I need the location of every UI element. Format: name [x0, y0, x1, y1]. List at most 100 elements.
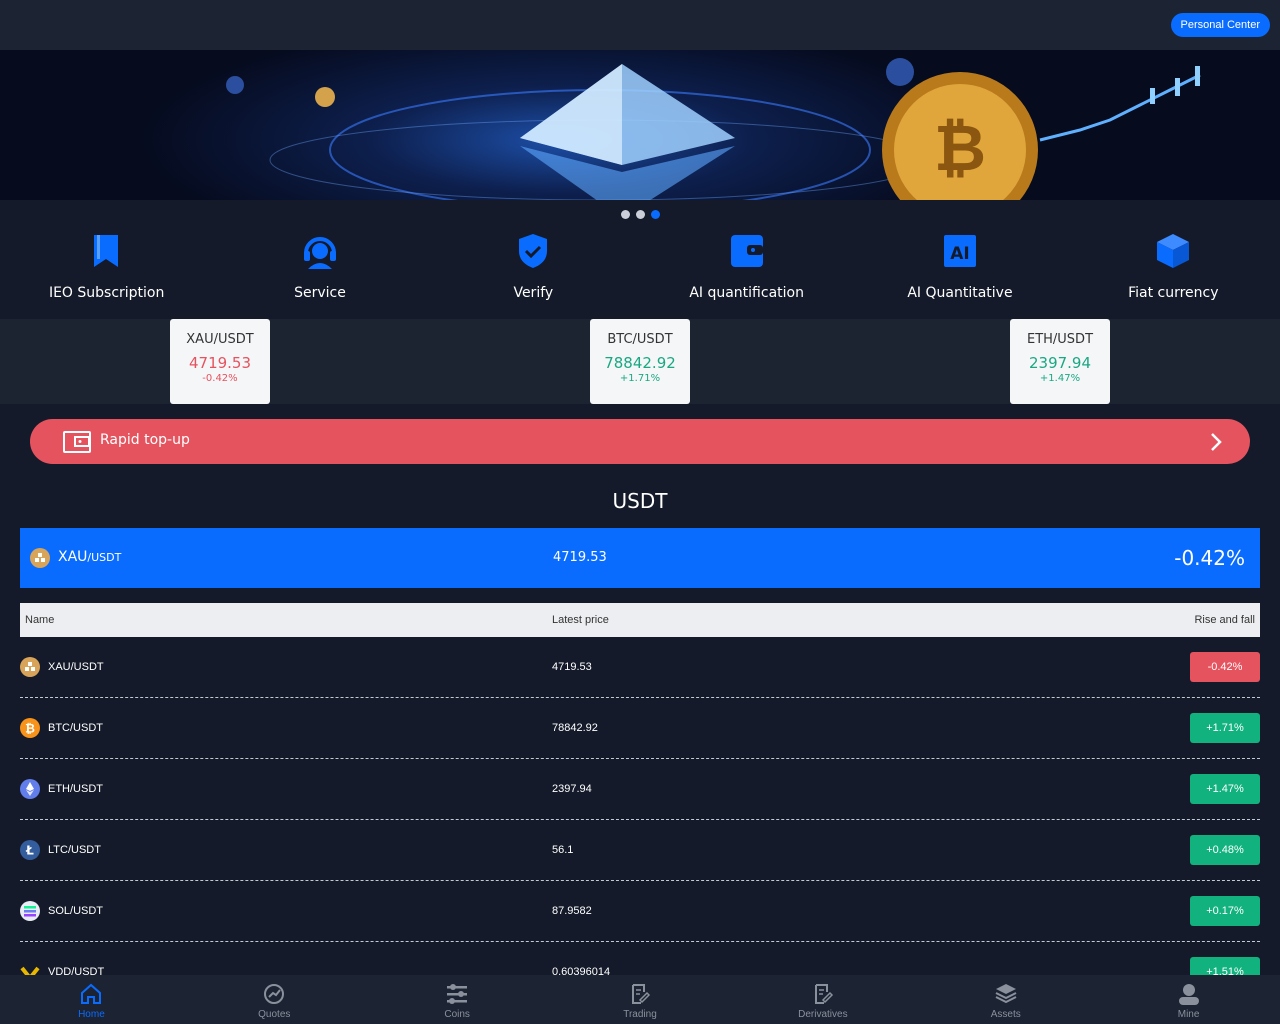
top-bar: Personal Center — [0, 0, 1280, 50]
shortcut-label: Service — [294, 285, 346, 301]
featured-pair: XAU/USDT — [58, 549, 122, 565]
shortcut-ai-quantification[interactable]: AI quantification — [640, 225, 853, 315]
ticker-card-btc[interactable]: BTC/USDT 78842.92 +1.71% — [590, 319, 690, 404]
ticker-card-eth[interactable]: ETH/USDT 2397.94 +1.47% — [1010, 319, 1110, 404]
svg-text:₿: ₿ — [25, 722, 35, 736]
featured-change: -0.42% — [1174, 546, 1245, 570]
sliders-icon — [447, 984, 468, 1004]
table-row[interactable]: ₿ BTC/USDT 78842.92 +1.71% — [20, 698, 1260, 759]
tab-label: Quotes — [258, 1009, 291, 1020]
svg-text:AI: AI — [950, 244, 969, 264]
chevron-right-icon — [1211, 433, 1222, 451]
table-row[interactable]: Ł LTC/USDT 56.1 +0.48% — [20, 820, 1260, 881]
tab-label: Trading — [623, 1009, 657, 1020]
ticker-price: 78842.92 — [604, 354, 676, 372]
row-price: 0.60396014 — [552, 966, 611, 975]
shortcut-menu: IEO Subscription Service Verify AI quant… — [0, 225, 1280, 315]
row-pair: BTC/USDT — [48, 722, 103, 734]
market-table: XAU/USDT 4719.53 -0.42% ₿ BTC/USDT 78842… — [20, 637, 1260, 975]
ticker-pair: ETH/USDT — [1026, 332, 1094, 347]
edit-doc-icon — [632, 984, 651, 1004]
ticker-change: -0.42% — [202, 373, 238, 384]
table-row[interactable]: VDD/USDT 0.60396014 +1.51% — [20, 942, 1260, 975]
tab-label: Mine — [1177, 1009, 1200, 1020]
bottom-tab-bar: Home Quotes Coins Trading Derivatives As… — [0, 975, 1280, 1024]
row-pair: VDD/USDT — [48, 966, 105, 975]
row-change-badge: +1.47% — [1190, 774, 1260, 804]
carousel-dot[interactable] — [620, 210, 630, 219]
gold-icon — [30, 548, 50, 568]
ticker-price: 4719.53 — [188, 354, 252, 372]
ticker-card-xau[interactable]: XAU/USDT 4719.53 -0.42% — [170, 319, 270, 404]
chart-icon — [264, 984, 285, 1004]
solana-icon — [20, 901, 40, 921]
tab-home[interactable]: Home — [0, 975, 183, 1024]
featured-price: 4719.53 — [553, 550, 607, 565]
shortcut-label: AI Quantitative — [907, 285, 1013, 301]
shortcut-label: Verify — [513, 285, 554, 301]
ticker-change: +1.71% — [619, 373, 661, 384]
banner-artwork: ₿ — [226, 58, 1201, 200]
carousel-indicator — [0, 210, 1280, 219]
shield-check-icon — [519, 234, 548, 268]
table-row[interactable]: ETH/USDT 2397.94 +1.47% — [20, 759, 1260, 820]
row-price: 2397.94 — [552, 783, 592, 795]
ticker-change: +1.47% — [1039, 373, 1081, 384]
tab-quotes[interactable]: Quotes — [183, 975, 366, 1024]
cube-icon — [1157, 234, 1190, 268]
rapid-topup-button[interactable]: Rapid top-up — [30, 419, 1250, 464]
table-row[interactable]: SOL/USDT 87.9582 +0.17% — [20, 881, 1260, 942]
shortcut-ai-quantitative[interactable]: AI AI Quantitative — [853, 225, 1066, 315]
row-pair: XAU/USDT — [48, 661, 104, 673]
gold-icon — [20, 657, 40, 677]
tab-trading[interactable]: Trading — [549, 975, 732, 1024]
row-change-badge: +1.51% — [1190, 957, 1260, 975]
row-price: 78842.92 — [552, 722, 598, 734]
promo-banner[interactable]: ₿ — [0, 50, 1280, 200]
ticker-pair: XAU/USDT — [186, 332, 254, 347]
shortcut-label: AI quantification — [689, 285, 804, 301]
row-pair: SOL/USDT — [48, 905, 104, 917]
ticker-pair: BTC/USDT — [607, 332, 673, 347]
column-latest-price: Latest price — [552, 614, 609, 626]
tab-coins[interactable]: Coins — [366, 975, 549, 1024]
table-row[interactable]: XAU/USDT 4719.53 -0.42% — [20, 637, 1260, 698]
row-change-badge: +1.71% — [1190, 713, 1260, 743]
carousel-dot-active[interactable] — [650, 210, 660, 219]
shortcut-verify[interactable]: Verify — [427, 225, 640, 315]
shortcut-fiat-currency[interactable]: Fiat currency — [1067, 225, 1280, 315]
shortcut-service[interactable]: Service — [213, 225, 426, 315]
ticker-strip: XAU/USDT 4719.53 -0.42% BTC/USDT 78842.9… — [0, 319, 1280, 404]
tab-label: Coins — [444, 1009, 470, 1020]
row-pair: ETH/USDT — [48, 783, 103, 795]
row-pair: LTC/USDT — [48, 844, 101, 856]
shortcut-ieo-subscription[interactable]: IEO Subscription — [0, 225, 213, 315]
layers-icon — [995, 984, 1017, 1004]
column-name: Name — [25, 614, 55, 626]
shortcut-label: IEO Subscription — [48, 285, 165, 301]
row-change-badge: +0.48% — [1190, 835, 1260, 865]
headset-icon — [303, 237, 336, 269]
tab-label: Home — [78, 1009, 105, 1020]
bitcoin-icon: ₿ — [20, 718, 40, 738]
ai-icon: AI — [943, 235, 976, 267]
market-section-title: USDT — [612, 489, 668, 513]
litecoin-icon: Ł — [20, 840, 40, 860]
vdd-icon — [20, 966, 40, 975]
row-change-badge: -0.42% — [1190, 652, 1260, 682]
personal-center-button[interactable]: Personal Center — [1170, 13, 1270, 37]
tab-mine[interactable]: Mine — [1097, 975, 1280, 1024]
tab-assets[interactable]: Assets — [914, 975, 1097, 1024]
ethereum-icon — [20, 779, 40, 799]
row-price: 56.1 — [552, 844, 574, 856]
shortcut-label: Fiat currency — [1128, 285, 1219, 301]
ticker-price: 2397.94 — [1028, 354, 1092, 372]
row-change-badge: +0.17% — [1190, 896, 1260, 926]
home-icon — [81, 983, 102, 1004]
bookmark-icon — [93, 235, 118, 267]
featured-market-row[interactable]: XAU/USDT 4719.53 -0.42% — [20, 528, 1260, 588]
carousel-dot[interactable] — [635, 210, 645, 219]
tab-derivatives[interactable]: Derivatives — [731, 975, 914, 1024]
tab-label: Assets — [990, 1009, 1021, 1020]
market-table-header: Name Latest price Rise and fall — [20, 603, 1260, 637]
